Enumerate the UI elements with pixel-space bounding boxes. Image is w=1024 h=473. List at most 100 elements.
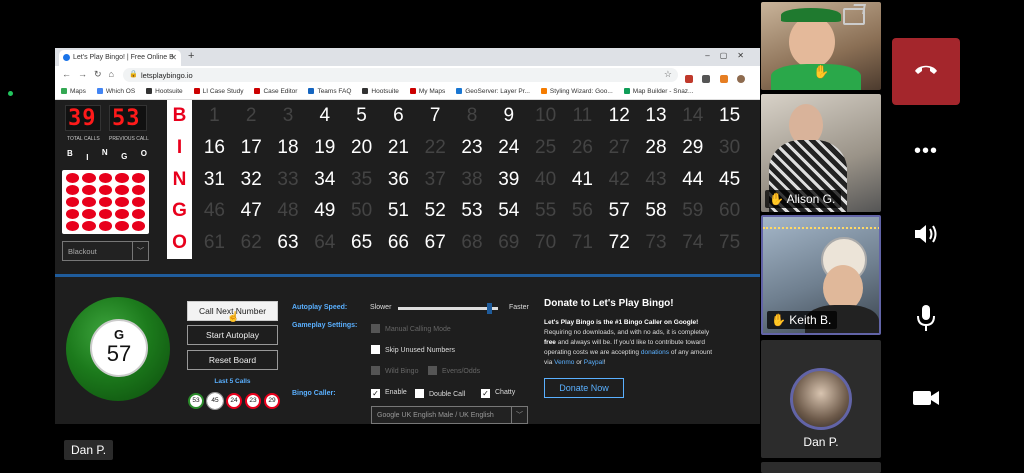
manual-calling-checkbox[interactable]: Manual Calling Mode (371, 324, 451, 333)
called-number: 65 (351, 232, 373, 254)
participant-avatar-tile[interactable]: Dan P. (761, 340, 881, 458)
uncalled-number: 61 (203, 232, 225, 254)
called-number: 72 (608, 232, 630, 254)
bingo-letter: B (172, 105, 187, 126)
previous-call-display: 53 (109, 105, 147, 131)
bookmark-label: Hootsuite (371, 88, 399, 95)
called-number: 4 (319, 105, 331, 126)
extension-icons[interactable]: ⋮ (685, 70, 760, 103)
camera-icon[interactable] (910, 387, 942, 415)
checkbox-label: Wild Bingo (385, 368, 419, 375)
uncalled-number: 48 (277, 200, 299, 222)
uncalled-number: 46 (203, 200, 225, 222)
uncalled-number: 35 (351, 168, 373, 190)
uncalled-number: 64 (314, 232, 336, 254)
checkbox-box[interactable] (371, 324, 380, 333)
bookmark-item[interactable]: Styling Wizard: Goo... (540, 88, 613, 95)
checkbox-box[interactable] (415, 389, 424, 398)
enable-caller-checkbox[interactable]: ✓ Enable (371, 389, 407, 398)
speaker-icon[interactable] (910, 222, 942, 250)
uncalled-number: 26 (571, 136, 593, 158)
pattern-select[interactable]: Blackout ﹀ (62, 241, 149, 261)
bookmark-item[interactable]: LI Case Study (193, 88, 243, 95)
browser-tab[interactable]: Let's Play Bingo! | Free Online B ✕ (59, 50, 181, 66)
uncalled-number: 8 (466, 105, 478, 126)
participant-video-tile[interactable] (761, 462, 881, 473)
bookmark-icon (96, 88, 103, 94)
pattern-dot (115, 197, 129, 207)
bookmark-item[interactable]: Which OS (96, 88, 135, 95)
participant-video-tile-active[interactable]: ✋ Keith B. (761, 215, 881, 335)
pattern-dot (98, 185, 113, 195)
autoplay-speed-slider[interactable] (398, 303, 498, 314)
pattern-dot (82, 197, 96, 207)
pattern-dot (82, 173, 96, 183)
bookmark-item[interactable]: Map Builder - Snaz... (623, 88, 693, 95)
checkmark-icon[interactable]: ✓ (481, 389, 490, 398)
called-number: 67 (424, 232, 446, 254)
bookmark-item[interactable]: Hootsuite (146, 88, 183, 95)
chatty-checkbox[interactable]: ✓ Chatty (481, 389, 515, 398)
called-number: 44 (682, 168, 704, 190)
paypal-link[interactable]: Paypal (584, 359, 604, 366)
start-autoplay-button[interactable]: Start Autoplay (187, 325, 278, 345)
share-screen-icon[interactable] (843, 8, 865, 25)
microphone-icon[interactable] (910, 303, 942, 331)
new-tab-icon[interactable]: + (188, 50, 194, 62)
bingo-letter: N (172, 168, 187, 190)
teams-meeting-window: Let's Play Bingo! | Free Online B ✕ + –▢… (0, 0, 1024, 473)
checkbox-label: Chatty (495, 389, 516, 396)
tab-bar: Let's Play Bingo! | Free Online B ✕ + –▢… (55, 48, 760, 66)
mini-card-header: B I N G O (67, 148, 147, 162)
more-options-icon[interactable]: ••• (910, 140, 942, 168)
bookmark-item[interactable]: Maps (61, 88, 86, 95)
uncalled-number: 55 (535, 200, 557, 222)
skip-unused-checkbox[interactable]: Skip Unused Numbers (371, 345, 455, 354)
called-number: 66 (387, 232, 409, 254)
checkbox-box[interactable] (428, 366, 437, 375)
checkmark-icon[interactable]: ✓ (371, 389, 380, 398)
bookmark-star-icon[interactable]: ☆ (664, 69, 672, 80)
close-tab-icon[interactable]: ✕ (170, 53, 177, 62)
bookmark-item[interactable]: Hootsuite (362, 88, 399, 95)
address-bar[interactable]: 🔒 letsplaybingo.io ☆ (123, 68, 678, 82)
participant-name: Keith B. (789, 313, 832, 327)
bookmark-item[interactable]: My Maps (409, 88, 445, 95)
donate-headline: Let's Play Bingo is the #1 Bingo Caller … (544, 319, 699, 326)
last-call-ball: 29 (264, 393, 280, 409)
slider-thumb[interactable] (487, 303, 493, 314)
bookmark-label: GeoServer: Layer Pr... (465, 88, 530, 95)
participant-video-tile[interactable]: ✋ Alison G. (761, 94, 881, 212)
checkbox-box[interactable] (371, 366, 380, 375)
bookmark-item[interactable]: GeoServer: Layer Pr... (456, 88, 530, 95)
pattern-dot (66, 209, 80, 219)
checkbox-box[interactable] (371, 345, 380, 354)
extension-icon[interactable] (702, 75, 711, 83)
wild-bingo-checkbox[interactable]: Wild Bingo (371, 366, 418, 375)
evens-odds-checkbox[interactable]: Evens/Odds (428, 366, 480, 375)
profile-avatar-icon[interactable] (737, 75, 746, 83)
free-text: free (544, 339, 556, 346)
donations-link[interactable]: donations (641, 349, 669, 356)
window-controls[interactable]: –▢✕ (705, 51, 754, 60)
navigation-buttons[interactable]: ←→↻⌂ (62, 69, 121, 80)
double-call-checkbox[interactable]: Double Call (415, 389, 465, 398)
called-number: 52 (424, 200, 446, 222)
donate-now-button[interactable]: Donate Now (544, 378, 624, 398)
called-number: 5 (356, 105, 367, 126)
called-number: 7 (429, 105, 441, 126)
extension-icon[interactable] (685, 75, 693, 83)
venmo-link[interactable]: Venmo (554, 359, 574, 366)
called-number: 9 (503, 105, 515, 126)
last-call-ball: 45 (206, 392, 224, 410)
voice-select[interactable]: Google UK English Male / UK English ﹀ (371, 406, 528, 424)
bookmark-item[interactable]: Case Editor (254, 88, 297, 95)
called-number: 31 (203, 168, 225, 190)
bookmark-icon (308, 88, 315, 94)
called-number: 51 (387, 200, 409, 222)
reset-board-button[interactable]: Reset Board (187, 350, 278, 370)
uncalled-number: 3 (282, 105, 294, 126)
extension-icon[interactable] (719, 75, 728, 83)
bookmark-item[interactable]: Teams FAQ (308, 88, 351, 95)
hang-up-button[interactable] (892, 38, 960, 105)
